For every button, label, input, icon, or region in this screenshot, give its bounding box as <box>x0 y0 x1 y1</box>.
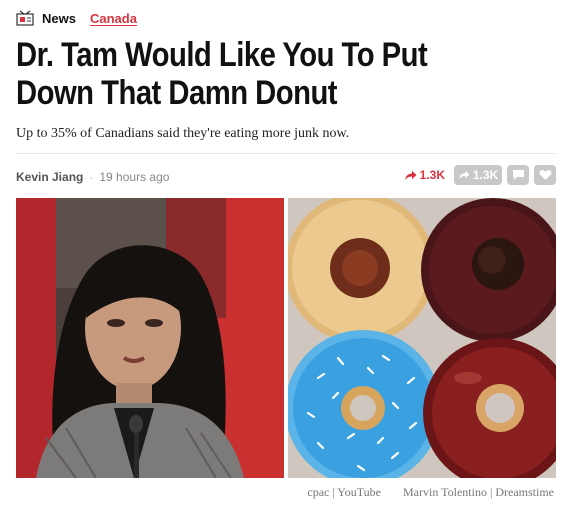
article-photo-donuts <box>288 198 556 478</box>
divider <box>16 153 556 154</box>
nav-news-link[interactable]: News <box>42 11 76 26</box>
author-link[interactable]: Kevin Jiang <box>16 170 83 184</box>
publish-time: 19 hours ago <box>99 170 170 184</box>
share-button[interactable]: 1.3K <box>454 165 502 185</box>
byline: Kevin Jiang · 19 hours ago <box>16 168 169 186</box>
heart-icon <box>539 170 551 180</box>
comment-button[interactable] <box>507 165 529 185</box>
byline-separator: · <box>89 170 94 184</box>
photo-credit-left: cpac | YouTube <box>307 485 382 499</box>
top-nav: News Canada <box>16 8 137 28</box>
share-arrow-icon <box>404 170 417 180</box>
share-count: 1.3K <box>404 168 445 182</box>
share-arrow-icon <box>458 170 470 180</box>
nav-section-link[interactable]: Canada <box>90 11 137 26</box>
photo-credits: cpac | YouTube Marvin Tolentino | Dreams… <box>307 485 554 500</box>
article-photo-speaker <box>16 198 284 478</box>
like-button[interactable] <box>534 165 556 185</box>
comment-icon <box>512 170 524 180</box>
article-headline: Dr. Tam Would Like You To Put Down That … <box>16 36 428 112</box>
photo-credit-right: Marvin Tolentino | Dreamstime <box>403 485 554 499</box>
share-button-count: 1.3K <box>472 168 499 182</box>
article-subhead: Up to 35% of Canadians said they're eati… <box>16 126 350 141</box>
news-icon <box>16 10 34 26</box>
share-bar: 1.3K 1.3K <box>404 164 556 186</box>
share-count-value: 1.3K <box>419 168 445 182</box>
